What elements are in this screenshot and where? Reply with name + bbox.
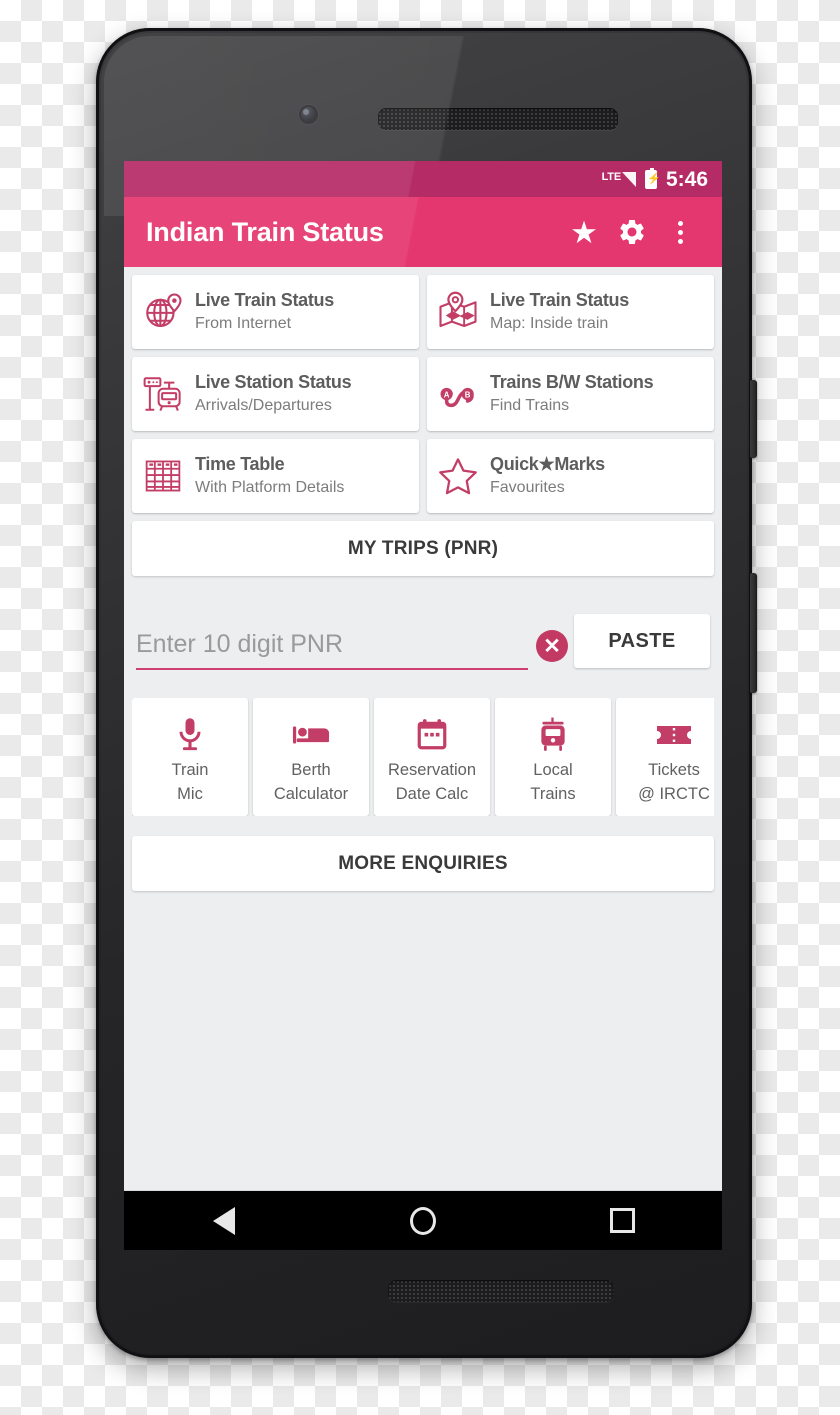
card-title: Live Train Status [195,290,334,310]
feature-card-grid: Live Train Status From Internet Live Tra… [132,275,714,513]
tool-label-line1: Local [533,761,573,779]
card-trains-between-stations[interactable]: A B Trains B/W Stations Find Trains [427,357,714,431]
more-vertical-icon [677,220,683,244]
calendar-icon [416,713,448,757]
network-label: LTE [601,170,622,183]
main-content: Live Train Status From Internet Live Tra… [124,267,722,1190]
card-subtitle: From Internet [195,315,292,332]
nav-recents-button[interactable] [587,1191,657,1251]
status-bar: LTE 5:46 [124,161,722,197]
app-bar: Indian Train Status ★ [124,197,722,267]
pnr-input-field[interactable] [136,630,528,670]
card-title: Live Train Status [490,290,629,310]
android-nav-bar [124,1190,722,1250]
card-subtitle: With Platform Details [195,479,345,496]
card-title: Quick★Marks [490,454,605,474]
circle-home-icon [409,1206,436,1235]
card-title: Trains B/W Stations [490,372,654,392]
card-time-table[interactable]: Time Table With Platform Details [132,439,419,513]
signal-bars-icon [621,171,636,187]
my-trips-pnr-button[interactable]: MY TRIPS (PNR) [132,521,714,576]
tool-label-line1: Berth [291,761,331,779]
overflow-menu-button[interactable] [656,208,704,256]
power-button[interactable] [750,380,757,458]
station-sign-icon [140,371,186,417]
route-ab-icon: A B [435,371,481,417]
clear-circle-icon[interactable]: ✕ [536,630,568,662]
tram-icon [537,713,569,757]
settings-button[interactable] [608,208,656,256]
bed-icon [292,713,330,757]
card-title: Time Table [195,454,285,474]
nav-back-button[interactable] [189,1191,259,1251]
triangle-back-icon [212,1206,235,1235]
tool-label-line2: Calculator [273,785,349,803]
tool-train-mic[interactable]: Train Mic [132,698,248,816]
star-outline-icon [435,453,481,499]
card-subtitle: Favourites [490,479,565,496]
bottom-speaker-grille [388,1280,614,1302]
status-bar-clock: 5:46 [665,167,708,191]
tool-berth-calculator[interactable]: Berth Calculator [253,698,369,816]
square-recents-icon [609,1208,635,1233]
card-live-station-status[interactable]: Live Station Status Arrivals/Departures [132,357,419,431]
battery-charging-icon [644,167,657,189]
card-subtitle: Map: Inside train [490,315,609,332]
volume-rocker[interactable] [750,573,757,693]
star-icon: ★ [570,214,598,250]
tool-label-line2: Date Calc [395,785,469,803]
svg-text:A: A [444,391,450,400]
card-live-train-status-map[interactable]: Live Train Status Map: Inside train [427,275,714,349]
front-camera-icon [299,105,318,124]
map-pin-icon [435,289,481,335]
pnr-entry-row: ✕ PASTE [132,614,714,670]
gear-icon [617,217,647,247]
tool-label-line1: Tickets [648,761,700,779]
favourites-star-button[interactable]: ★ [560,208,608,256]
tool-tile-row: Train Mic Berth Calculator Reservation D… [132,698,714,816]
phone-device-frame: LTE 5:46 Indian Train Status ★ [96,28,757,1358]
tool-label-line2: @ IRCTC [638,785,710,803]
nav-home-button[interactable] [388,1191,458,1251]
card-title: Live Station Status [195,372,352,392]
phone-screen: LTE 5:46 Indian Train Status ★ [124,161,722,1250]
card-quick-marks[interactable]: Quick★Marks Favourites [427,439,714,513]
card-subtitle: Arrivals/Departures [195,397,332,414]
microphone-icon [174,713,206,757]
network-indicator: LTE [601,170,636,187]
tool-local-trains[interactable]: Local Trains [495,698,611,816]
tool-tickets-irctc[interactable]: Tickets @ IRCTC [616,698,714,816]
globe-pin-icon [140,289,186,335]
search-input[interactable] [136,630,528,659]
tool-label-line2: Trains [530,785,576,803]
tool-label-line2: Mic [177,785,203,803]
tool-reservation-date-calc[interactable]: Reservation Date Calc [374,698,490,816]
more-enquiries-button[interactable]: MORE ENQUIRIES [132,836,714,891]
tool-label-line1: Train [171,761,209,779]
card-live-train-status-internet[interactable]: Live Train Status From Internet [132,275,419,349]
paste-button[interactable]: PASTE [574,614,710,668]
svg-text:B: B [465,391,471,400]
tool-label-line1: Reservation [387,761,477,779]
ticket-icon [655,713,693,757]
card-subtitle: Find Trains [490,397,570,414]
earpiece-speaker-grille [378,108,618,130]
page-title: Indian Train Status [146,216,384,247]
timetable-grid-icon [140,453,186,499]
